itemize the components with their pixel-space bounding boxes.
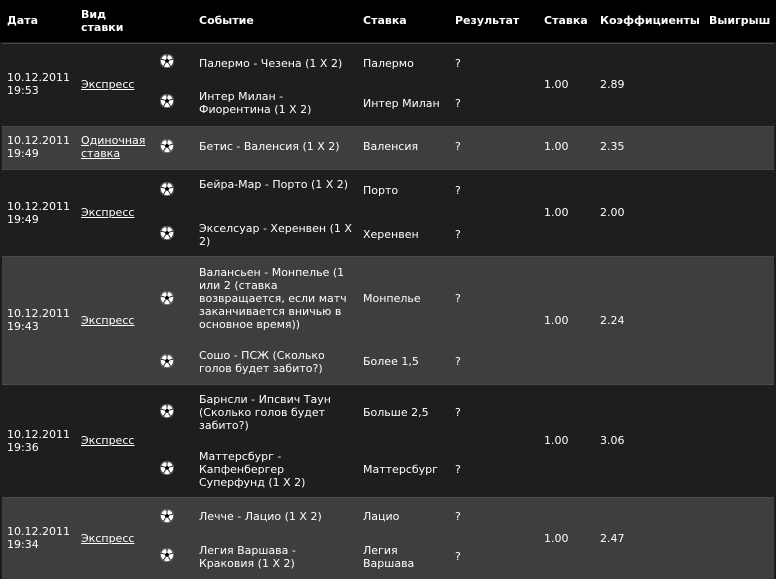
bet-choice: Валенсия: [363, 140, 419, 153]
event-text: Интер Милан - Фиорентина (1 X 2): [199, 90, 312, 116]
bet-group: 10.12.2011 19:36 Экспресс Барнсли - Ипсв…: [2, 384, 774, 497]
bet-result: ?: [455, 228, 461, 241]
header-bet: Ставка: [363, 14, 407, 27]
bet-result: ?: [455, 406, 461, 419]
bet-result: ?: [455, 140, 461, 153]
bet-stake: 1.00: [544, 434, 569, 447]
event-text: Сошо - ПСЖ (Сколько голов будет забито?): [199, 349, 325, 375]
soccer-ball-icon: [160, 354, 174, 368]
bet-coef: 2.89: [600, 78, 625, 91]
soccer-ball-icon: [160, 54, 174, 68]
bet-result: ?: [455, 550, 461, 563]
bet-type-link[interactable]: Экспресс: [81, 206, 134, 219]
bet-result: ?: [455, 184, 461, 197]
header-date: Дата: [7, 14, 39, 27]
bet-type-link[interactable]: Экспресс: [81, 78, 134, 91]
bet-date: 10.12.2011: [7, 525, 70, 538]
bet-stake: 1.00: [544, 140, 569, 153]
bet-date: 10.12.2011: [7, 307, 70, 320]
bet-choice: Более 1,5: [363, 355, 419, 368]
bet-result: ?: [455, 292, 461, 305]
header-event: Событие: [199, 14, 254, 27]
soccer-ball-icon: [160, 94, 174, 108]
bet-coef: 2.00: [600, 206, 625, 219]
event-text: Маттерсбург - Капфенбергер Суперфунд (1 …: [199, 450, 306, 489]
bet-group: 10.12.2011 19:53 Экспресс Палермо - Чезе…: [2, 43, 774, 126]
bet-date: 10.12.2011: [7, 428, 70, 441]
bet-choice: Интер Милан: [363, 97, 440, 110]
bet-time: 19:34: [7, 538, 39, 551]
bet-type-link[interactable]: Экспресс: [81, 532, 134, 545]
bet-choice: Лацио: [363, 510, 400, 523]
soccer-ball-icon: [160, 226, 174, 240]
event-text: Барнсли - Ипсвич Таун (Сколько голов буд…: [199, 393, 331, 432]
soccer-ball-icon: [160, 139, 174, 153]
bet-coef: 3.06: [600, 434, 625, 447]
header-win: Выигрыш: [709, 14, 771, 27]
bet-time: 19:49: [7, 213, 39, 226]
bet-time: 19:36: [7, 441, 39, 454]
bet-group: 10.12.2011 19:49 Экспресс Бейра-Мар - По…: [2, 169, 774, 256]
soccer-ball-icon: [160, 404, 174, 418]
bet-choice: Монпелье: [363, 292, 421, 305]
bet-date: 10.12.2011: [7, 134, 70, 147]
bet-type-link[interactable]: Одиночная: [81, 134, 145, 147]
bet-date: 10.12.2011: [7, 71, 70, 84]
event-text: Лечче - Лацио (1 X 2): [199, 510, 322, 523]
bet-choice: Херенвен: [363, 228, 419, 241]
bet-stake: 1.00: [544, 532, 569, 545]
header-type-line1: Вид: [81, 8, 106, 21]
bet-stake: 1.00: [544, 314, 569, 327]
bet-coef: 2.24: [600, 314, 625, 327]
bet-result: ?: [455, 57, 461, 70]
bet-coef: 2.35: [600, 140, 625, 153]
bet-group: 10.12.2011 19:49 Одиночная ставка Бетис …: [2, 126, 774, 169]
soccer-ball-icon: [160, 291, 174, 305]
bet-choice: Порто: [363, 184, 399, 197]
header-stake: Ставка: [544, 14, 588, 27]
event-text: Валансьен - Монпелье (1 или 2 (ставка во…: [199, 266, 347, 331]
soccer-ball-icon: [160, 461, 174, 475]
bet-choice: Палермо: [363, 57, 414, 70]
bet-type-link[interactable]: Экспресс: [81, 434, 134, 447]
soccer-ball-icon: [160, 548, 174, 562]
event-text: Палермо - Чезена (1 X 2): [199, 57, 343, 70]
bet-date: 10.12.2011: [7, 200, 70, 213]
bet-group: 10.12.2011 19:43 Экспресс Валансьен - Мо…: [2, 256, 774, 384]
bet-result: ?: [455, 97, 461, 110]
header-type-line2: ставки: [81, 21, 124, 34]
bet-time: 19:49: [7, 147, 39, 160]
header-coef: Коэффициенты: [600, 14, 700, 27]
header-result: Результат: [455, 14, 520, 27]
bet-time: 19:43: [7, 320, 39, 333]
bet-choice: Маттерсбург: [363, 463, 438, 476]
bet-result: ?: [455, 355, 461, 368]
table-header: Дата Вид ставки Событие Ставка Результат…: [0, 0, 776, 42]
event-text: Экселсуар - Херенвен (1 X 2): [199, 222, 352, 248]
bet-result: ?: [455, 463, 461, 476]
event-text: Бейра-Мар - Порто (1 X 2): [199, 178, 349, 191]
soccer-ball-icon: [160, 509, 174, 523]
soccer-ball-icon: [160, 182, 174, 196]
bet-type-link[interactable]: Экспресс: [81, 314, 134, 327]
event-text: Легия Варшава - Краковия (1 X 2): [199, 544, 296, 570]
event-text: Бетис - Валенсия (1 X 2): [199, 140, 340, 153]
bet-time: 19:53: [7, 84, 39, 97]
bet-stake: 1.00: [544, 206, 569, 219]
bet-group: 10.12.2011 19:34 Экспресс Лечче - Лацио …: [2, 497, 774, 579]
bet-coef: 2.47: [600, 532, 625, 545]
bet-stake: 1.00: [544, 78, 569, 91]
bet-choice: Больше 2,5: [363, 406, 429, 419]
bet-type-link-line2[interactable]: ставка: [81, 147, 120, 160]
bet-choice: Легия Варшава: [363, 544, 415, 570]
bet-result: ?: [455, 510, 461, 523]
